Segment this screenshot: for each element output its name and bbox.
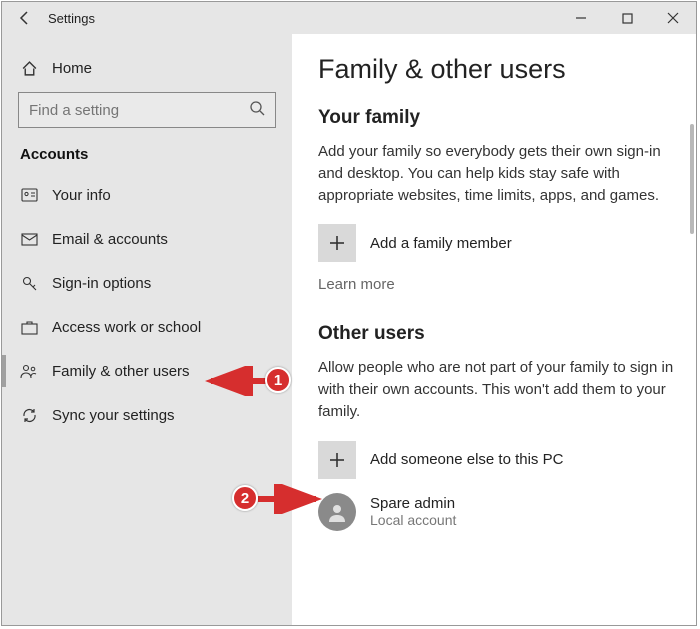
sidebar-category: Accounts: [2, 138, 292, 173]
sidebar: Home Accounts Your info: [2, 34, 292, 625]
search-icon: [249, 100, 265, 121]
sidebar-item-sync-settings[interactable]: Sync your settings: [2, 393, 292, 437]
home-icon: [20, 60, 38, 77]
home-nav[interactable]: Home: [2, 48, 292, 88]
your-family-description: Add your family so everybody gets their …: [318, 141, 678, 206]
plus-icon: [318, 224, 356, 262]
add-family-member-label: Add a family member: [370, 235, 512, 252]
add-other-user-label: Add someone else to this PC: [370, 451, 563, 468]
main-panel: Family & other users Your family Add you…: [292, 34, 696, 625]
add-other-user-button[interactable]: Add someone else to this PC: [318, 441, 682, 479]
user-account-type: Local account: [370, 512, 456, 528]
sidebar-item-your-info[interactable]: Your info: [2, 173, 292, 217]
sidebar-item-label: Your info: [52, 187, 111, 204]
back-button[interactable]: [2, 2, 48, 34]
search-input[interactable]: [29, 102, 229, 119]
other-users-description: Allow people who are not part of your fa…: [318, 357, 678, 422]
id-card-icon: [20, 188, 38, 202]
title-bar: Settings: [2, 2, 696, 34]
people-icon: [20, 363, 38, 379]
key-icon: [20, 275, 38, 292]
add-family-member-button[interactable]: Add a family member: [318, 224, 682, 262]
sidebar-item-label: Sign-in options: [52, 275, 151, 292]
sidebar-item-label: Family & other users: [52, 363, 190, 380]
page-title: Family & other users: [318, 54, 682, 85]
scrollbar-thumb[interactable]: [690, 124, 694, 234]
home-label: Home: [52, 60, 92, 77]
learn-more-link[interactable]: Learn more: [318, 276, 395, 293]
sidebar-item-label: Email & accounts: [52, 231, 168, 248]
sidebar-item-work-school[interactable]: Access work or school: [2, 305, 292, 349]
close-button[interactable]: [650, 2, 696, 34]
sidebar-item-family-other-users[interactable]: Family & other users: [2, 349, 292, 393]
your-family-heading: Your family: [318, 107, 682, 129]
window-title: Settings: [48, 11, 95, 26]
sidebar-item-email-accounts[interactable]: Email & accounts: [2, 217, 292, 261]
mail-icon: [20, 233, 38, 246]
other-user-entry[interactable]: Spare admin Local account: [318, 493, 682, 531]
user-name: Spare admin: [370, 495, 456, 512]
other-users-heading: Other users: [318, 323, 682, 345]
sidebar-item-label: Access work or school: [52, 319, 201, 336]
avatar-icon: [318, 493, 356, 531]
minimize-button[interactable]: [558, 2, 604, 34]
settings-window: Settings Home: [1, 1, 697, 626]
maximize-button[interactable]: [604, 2, 650, 34]
sidebar-item-signin-options[interactable]: Sign-in options: [2, 261, 292, 305]
briefcase-icon: [20, 320, 38, 335]
sync-icon: [20, 407, 38, 424]
plus-icon: [318, 441, 356, 479]
search-box[interactable]: [18, 92, 276, 128]
sidebar-item-label: Sync your settings: [52, 407, 175, 424]
